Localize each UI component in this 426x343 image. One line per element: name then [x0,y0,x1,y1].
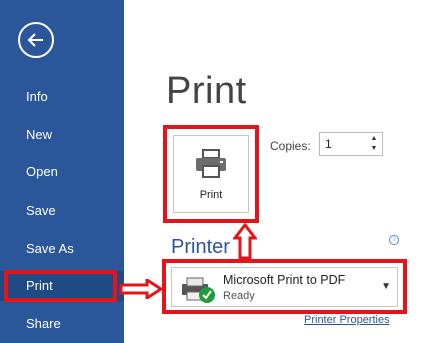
nav-save[interactable]: Save [0,196,124,226]
back-button[interactable] [18,22,54,58]
printer-ready-icon [182,277,215,303]
nav-share[interactable]: Share [0,309,124,339]
printer-select-highlight-box: Microsoft Print to PDF Ready ▼ [162,259,407,314]
up-arrow-annotation [233,222,257,260]
page-title: Print [166,70,247,112]
printer-status: Ready [223,290,255,302]
copies-decrement-button[interactable]: ▼ [369,144,379,154]
nav-save-as[interactable]: Save As [0,234,124,264]
back-arrow-icon [27,33,43,47]
nav-new[interactable]: New [0,120,124,150]
printer-name: Microsoft Print to PDF [223,273,346,287]
copies-label: Copies: [270,139,311,153]
printer-section-heading: Printer [171,236,230,258]
copies-input[interactable] [320,133,368,155]
dropdown-caret-icon: ▼ [381,281,391,292]
nav-info[interactable]: Info [0,82,124,112]
print-button[interactable]: Print [173,135,249,213]
printer-properties-link[interactable]: Printer Properties [304,314,390,326]
printer-icon [196,149,226,178]
backstage-sidebar: Info New Open Save Save As Print Share [0,0,124,343]
copies-increment-button[interactable]: ▲ [369,134,379,144]
print-button-label: Print [199,189,223,201]
nav-print[interactable]: Print [0,271,124,301]
copies-stepper: ▲ ▼ [319,132,383,156]
info-icon[interactable]: i [389,235,399,245]
right-arrow-annotation [119,279,163,299]
printer-select[interactable]: Microsoft Print to PDF Ready ▼ [171,267,398,307]
print-button-highlight-box: Print [163,125,259,223]
nav-open[interactable]: Open [0,157,124,187]
